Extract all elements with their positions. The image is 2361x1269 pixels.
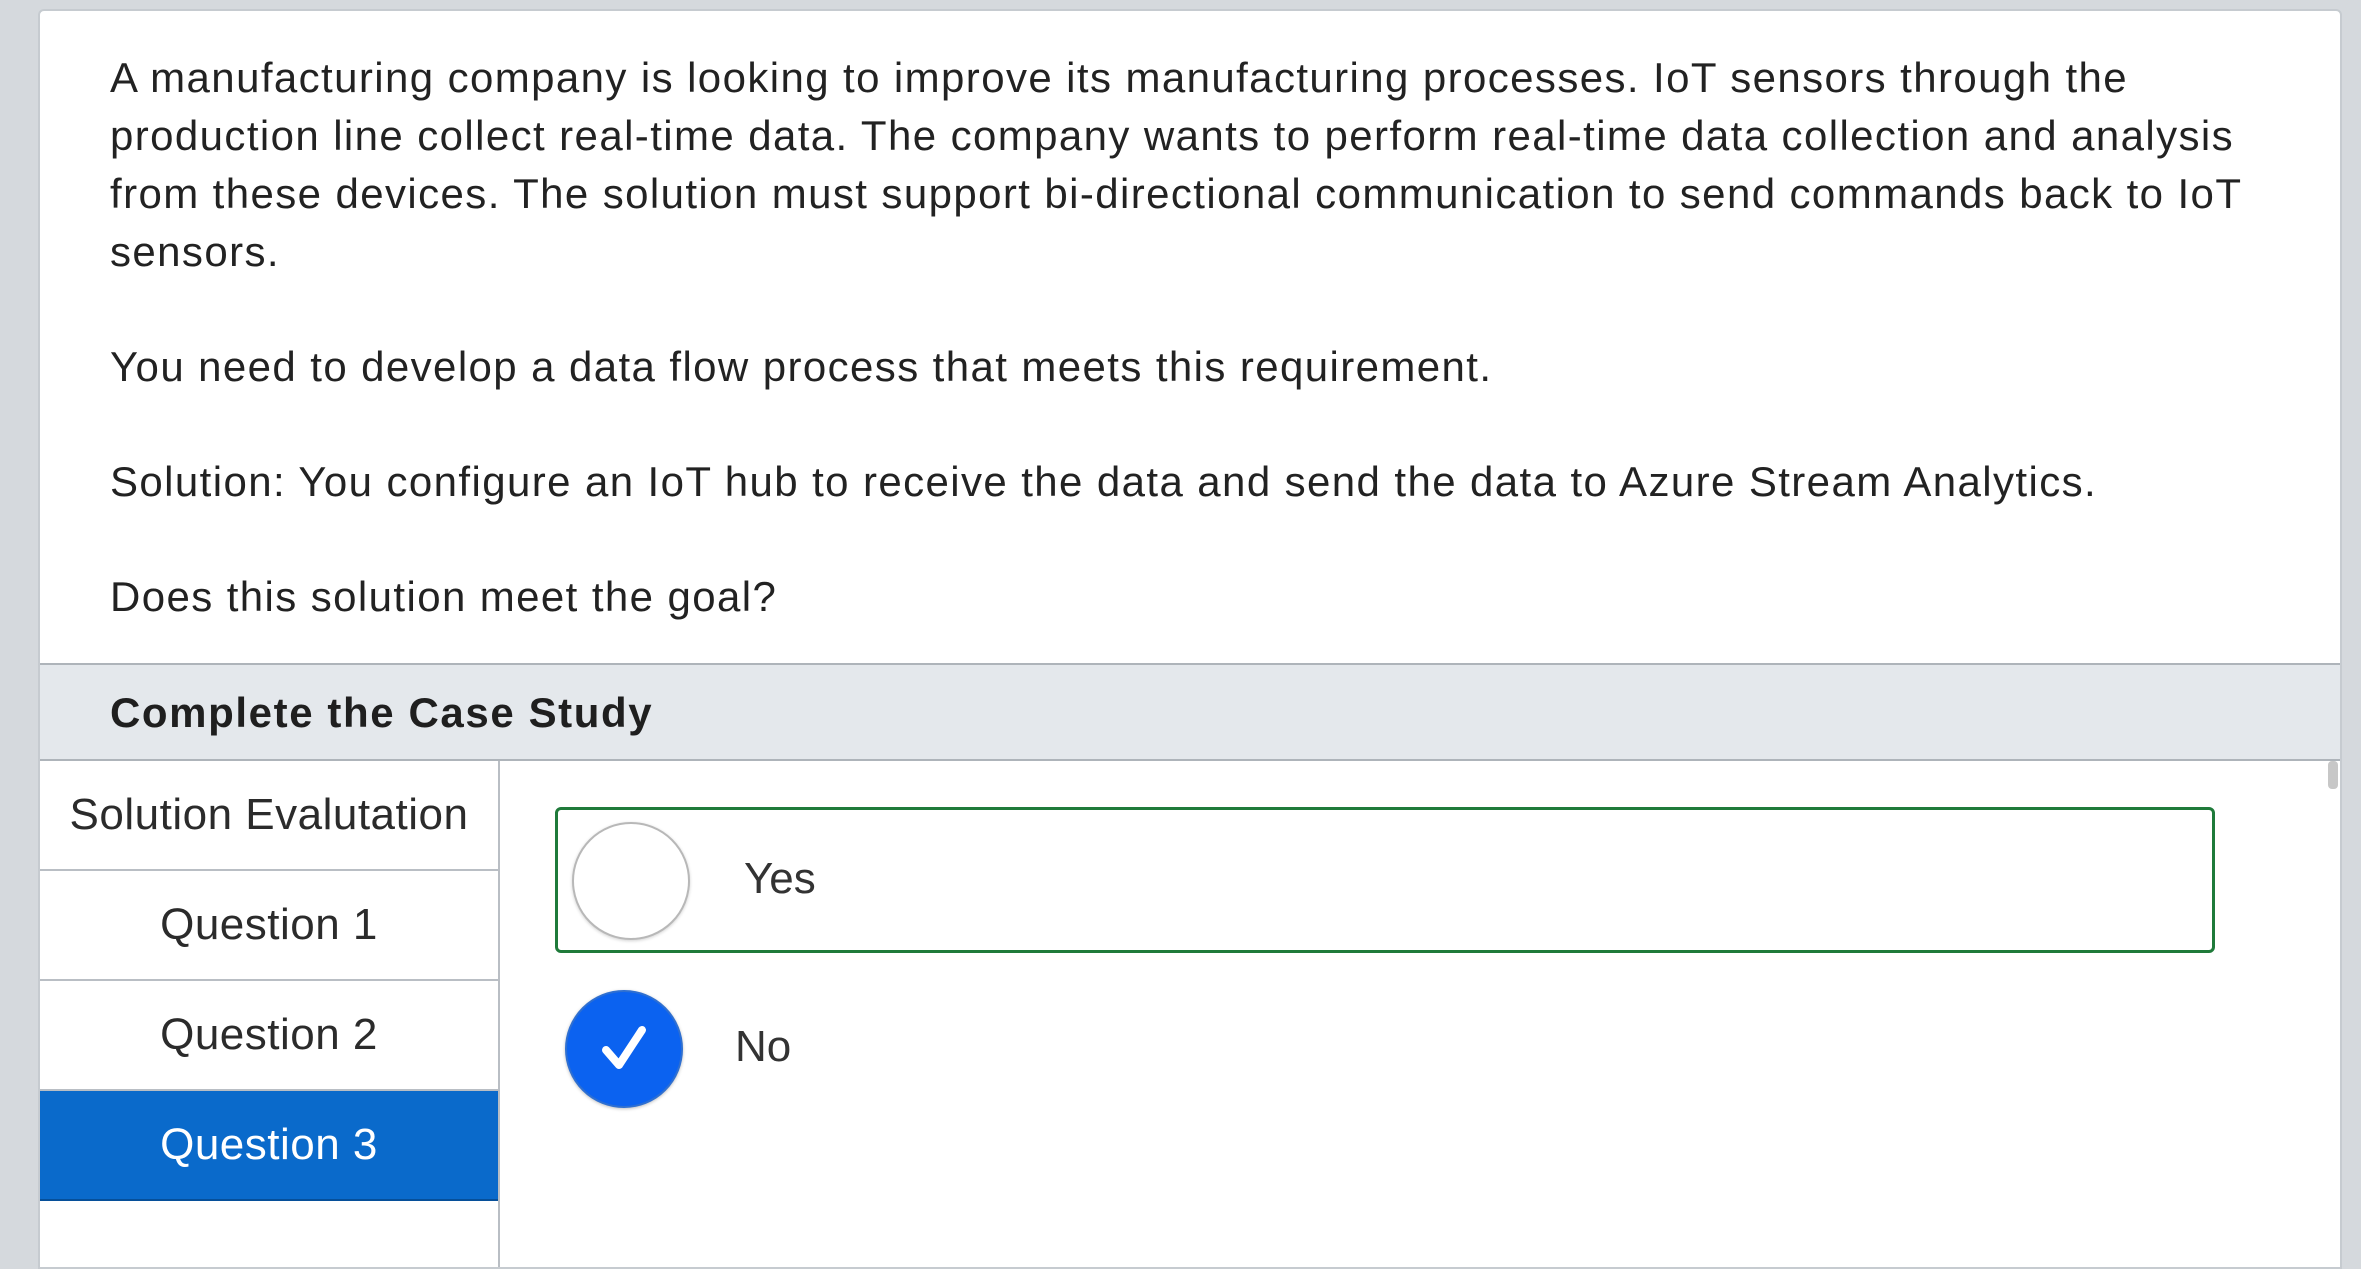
question-text: A manufacturing company is looking to im…: [110, 49, 2310, 683]
radio-selected[interactable]: [565, 990, 683, 1108]
sidebar-item-question-2[interactable]: Question 2: [40, 981, 498, 1091]
case-study-header: Complete the Case Study: [40, 663, 2340, 761]
question-panel: A manufacturing company is looking to im…: [38, 9, 2342, 1269]
radio-unselected[interactable]: [572, 822, 690, 940]
case-study-title: Complete the Case Study: [110, 689, 654, 736]
sidebar-item-question-1[interactable]: Question 1: [40, 871, 498, 981]
checkmark-icon: [602, 1026, 646, 1069]
question-paragraph-prompt: Does this solution meet the goal?: [110, 573, 778, 620]
answer-label-yes: Yes: [744, 854, 816, 903]
question-paragraph-requirement: You need to develop a data flow process …: [110, 343, 1493, 390]
answer-option-yes[interactable]: Yes: [555, 807, 2215, 953]
answer-option-no[interactable]: No: [555, 989, 2215, 1109]
scrollbar-thumb[interactable]: [2328, 761, 2338, 789]
sidebar-item-solution-evaluation[interactable]: Solution Evalutation: [40, 761, 498, 871]
case-study-sidebar: Solution Evalutation Question 1 Question…: [40, 761, 500, 1267]
question-paragraph-scenario: A manufacturing company is looking to im…: [110, 54, 2242, 275]
answer-label-no: No: [735, 1022, 792, 1071]
sidebar-item-question-3[interactable]: Question 3: [40, 1091, 498, 1201]
question-paragraph-solution: Solution: You configure an IoT hub to re…: [110, 458, 2098, 505]
answer-options: Yes No: [555, 807, 2215, 1109]
